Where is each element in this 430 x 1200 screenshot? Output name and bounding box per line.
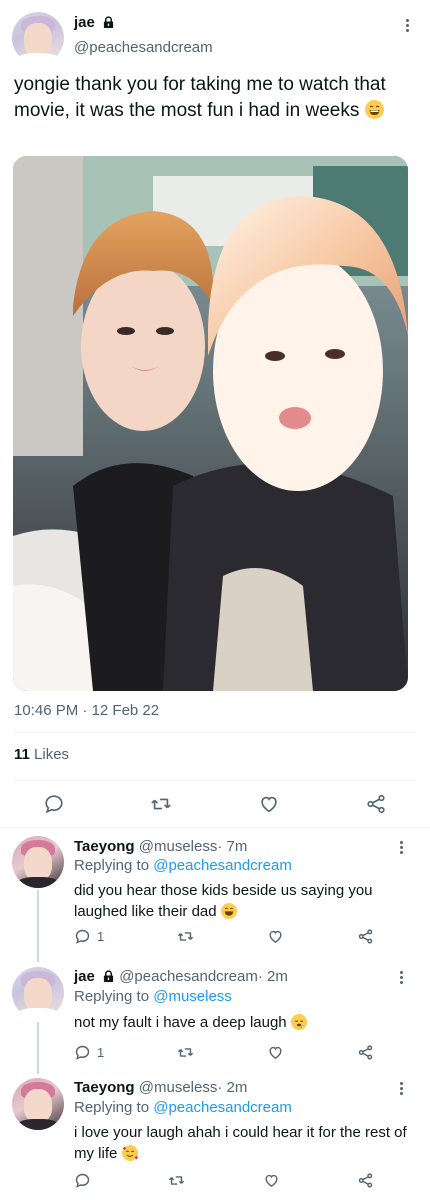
lock-icon: [104, 16, 114, 28]
divider: [0, 827, 430, 828]
retweet-icon[interactable]: [177, 1044, 194, 1061]
avatar-face: [24, 978, 52, 1011]
avatar-shirt: [17, 1007, 59, 1019]
replying-to: Replying to @peachesandcream: [74, 857, 292, 874]
avatar[interactable]: [12, 12, 64, 64]
reply-time: 2m: [226, 1079, 248, 1096]
avatar-face: [24, 23, 52, 56]
tweet-timestamp[interactable]: 10:46 PM · 12 Feb 22: [14, 702, 159, 719]
reply-display-name[interactable]: jae: [74, 968, 95, 985]
thread-line: [37, 1022, 39, 1074]
reply-action[interactable]: [74, 1172, 91, 1189]
likes-stat[interactable]: 11 Likes: [14, 746, 69, 763]
reply-count: 1: [97, 1045, 105, 1060]
reply-text: not my fault i have a deep laugh: [74, 1012, 414, 1033]
avatar-face: [24, 847, 52, 880]
share-icon[interactable]: [357, 928, 374, 945]
tweet-actions: [0, 792, 430, 816]
share-icon[interactable]: [357, 1172, 374, 1189]
meta-separator: ·: [217, 1079, 223, 1096]
avatar-shirt: [17, 52, 59, 64]
meta-separator: ·: [217, 838, 223, 855]
reply-time: 2m: [267, 968, 288, 985]
reply-actions: 1: [74, 1044, 374, 1061]
avatar[interactable]: [12, 967, 64, 1019]
reply-handle[interactable]: @peachesandcream: [119, 968, 258, 985]
likes-label: Likes: [34, 746, 70, 763]
reply-handle[interactable]: @museless: [139, 838, 218, 855]
reply-time: 7m: [226, 838, 248, 855]
author-name-row: jae: [74, 14, 115, 32]
heart-icon[interactable]: [267, 928, 284, 945]
avatar[interactable]: [12, 836, 64, 888]
reply-text-body: not my fault i have a deep laugh: [74, 1014, 287, 1031]
replying-to: Replying to @museless: [74, 988, 232, 1005]
reply-display-name[interactable]: Taeyong: [74, 838, 135, 855]
more-icon[interactable]: [392, 1079, 410, 1097]
lock-icon: [103, 970, 114, 982]
avatar[interactable]: [12, 1078, 64, 1130]
reply-count: 1: [97, 929, 105, 944]
tweet-text: yongie thank you for taking me to watch …: [14, 72, 414, 124]
heart-icon[interactable]: [267, 1044, 284, 1061]
thread-line: [37, 890, 39, 962]
tweet-date: 12 Feb 22: [91, 702, 160, 719]
author-display-name[interactable]: jae: [74, 14, 95, 31]
more-icon[interactable]: [398, 16, 416, 34]
reply-handle[interactable]: @museless: [139, 1079, 218, 1096]
replying-label: Replying to: [74, 988, 150, 1005]
replying-to-link[interactable]: @peachesandcream: [153, 857, 292, 874]
reply-display-name[interactable]: Taeyong: [74, 1079, 135, 1096]
reply-icon: [75, 929, 90, 944]
likes-count: 11: [14, 746, 30, 763]
avatar-face: [24, 1089, 52, 1122]
reply-actions: [74, 1172, 374, 1189]
replying-label: Replying to: [74, 1099, 150, 1116]
tweet-time: 10:46 PM: [14, 702, 79, 719]
avatar-shirt: [17, 1118, 59, 1130]
retweet-icon[interactable]: [177, 928, 194, 945]
retweet-icon[interactable]: [168, 1172, 185, 1189]
grinning-sweat-emoji: [364, 100, 384, 119]
avatar-shirt: [17, 876, 59, 888]
reply-icon: [75, 1173, 90, 1188]
share-icon[interactable]: [357, 1044, 374, 1061]
reply-header: Taeyong @museless· 2m: [74, 1079, 247, 1096]
more-icon[interactable]: [392, 968, 410, 986]
smiling-face-with-hearts-emoji: [121, 1145, 138, 1161]
meta-separator: ·: [257, 968, 263, 985]
tweet-photo[interactable]: [13, 156, 408, 691]
divider: [14, 732, 416, 733]
reply-header: Taeyong @museless· 7m: [74, 838, 247, 855]
drooling-face-emoji: [290, 1014, 307, 1030]
replying-to-link[interactable]: @peachesandcream: [153, 1099, 292, 1116]
author-handle[interactable]: @peachesandcream: [74, 39, 213, 56]
reply-action[interactable]: 1: [74, 928, 104, 945]
replying-to-link[interactable]: @museless: [153, 988, 232, 1005]
heart-icon[interactable]: [263, 1172, 280, 1189]
heart-icon[interactable]: [258, 793, 280, 815]
reply-icon: [75, 1045, 90, 1060]
photo-illustration: [13, 156, 408, 691]
reply-actions: 1: [74, 928, 374, 945]
grinning-sweat-emoji: [220, 903, 237, 919]
reply-header: jae @peachesandcream· 2m: [74, 968, 288, 985]
tweet-text-body: yongie thank you for taking me to watch …: [14, 74, 386, 121]
reply-text: i love your laugh ahah i could hear it f…: [74, 1122, 414, 1164]
divider: [14, 780, 416, 781]
reply-action[interactable]: 1: [74, 1044, 104, 1061]
more-icon[interactable]: [392, 838, 410, 856]
share-icon[interactable]: [365, 793, 387, 815]
reply-icon[interactable]: [43, 793, 65, 815]
replying-label: Replying to: [74, 857, 150, 874]
meta-separator: ·: [82, 702, 88, 719]
replying-to: Replying to @peachesandcream: [74, 1099, 292, 1116]
retweet-icon[interactable]: [150, 793, 172, 815]
reply-text: did you hear those kids beside us saying…: [74, 880, 414, 922]
